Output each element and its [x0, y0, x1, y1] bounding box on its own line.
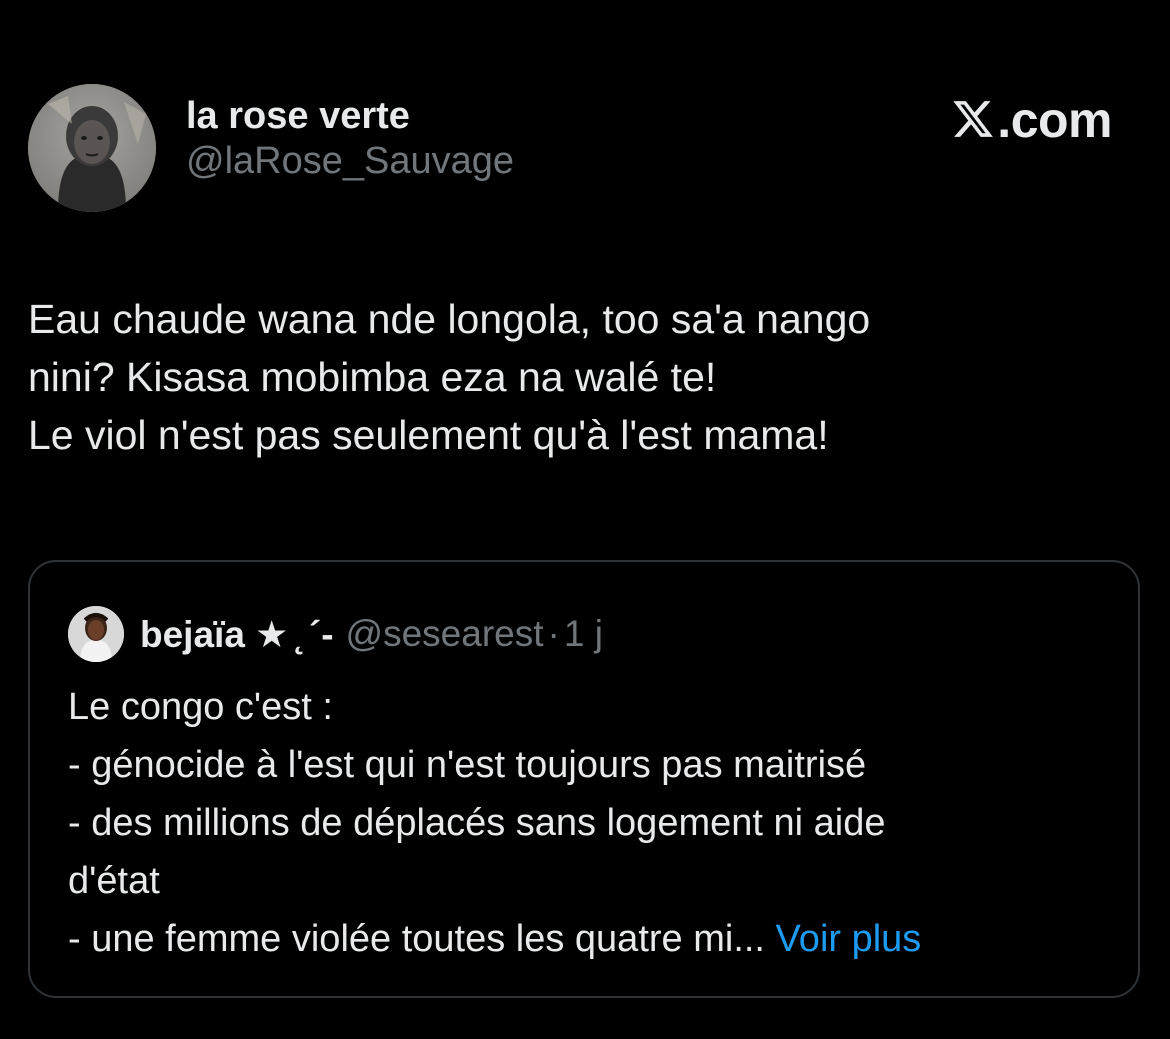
tweet-text-line: nini? Kisasa mobimba eza na walé te!	[28, 354, 717, 400]
profile-photo-icon	[68, 606, 124, 662]
tweet-text: Eau chaude wana nde longola, too sa'a na…	[28, 290, 1138, 464]
quoted-text-line: d'état	[68, 860, 160, 902]
x-logo-icon	[951, 94, 995, 154]
quoted-author-avatar[interactable]	[68, 606, 124, 662]
quoted-text-line: - génocide à l'est qui n'est toujours pa…	[68, 744, 867, 786]
quoted-text-last-line: - une femme violée toutes les quatre mi.…	[68, 910, 1128, 968]
author-handle[interactable]: @laRose_Sauvage	[186, 138, 514, 184]
x-com-brand: .com	[951, 90, 1112, 154]
author-avatar[interactable]	[28, 84, 156, 212]
quoted-author-display-name[interactable]: bejaïa ★ ̨ ´-	[140, 613, 334, 656]
author-names: la rose verte @laRose_Sauvage	[186, 94, 514, 184]
quoted-text-truncated: - une femme violée toutes les quatre mi.…	[68, 918, 765, 960]
meta-separator: ·	[547, 613, 560, 654]
show-more-link[interactable]: Voir plus	[765, 918, 922, 960]
quoted-tweet-text: Le congo c'est : - génocide à l'est qui …	[68, 678, 1128, 968]
tweet-text-line: Eau chaude wana nde longola, too sa'a na…	[28, 296, 871, 342]
quoted-text-line: - des millions de déplacés sans logement…	[68, 802, 886, 844]
quoted-tweet-time[interactable]: 1 j	[564, 613, 603, 655]
quoted-tweet-card[interactable]: bejaïa ★ ̨ ´- @sesearest · 1 j Le congo …	[28, 560, 1140, 998]
brand-domain-label: .com	[997, 92, 1112, 148]
tweet-text-line: Le viol n'est pas seulement qu'à l'est m…	[28, 412, 829, 458]
tweet-header: la rose verte @laRose_Sauvage .com	[28, 84, 1142, 214]
author-display-name[interactable]: la rose verte	[186, 94, 514, 138]
quoted-tweet-header: bejaïa ★ ̨ ´- @sesearest · 1 j	[68, 606, 603, 662]
profile-photo-icon	[28, 84, 156, 212]
quoted-author-handle[interactable]: @sesearest	[346, 613, 544, 655]
quoted-text-line: Le congo c'est :	[68, 686, 333, 728]
